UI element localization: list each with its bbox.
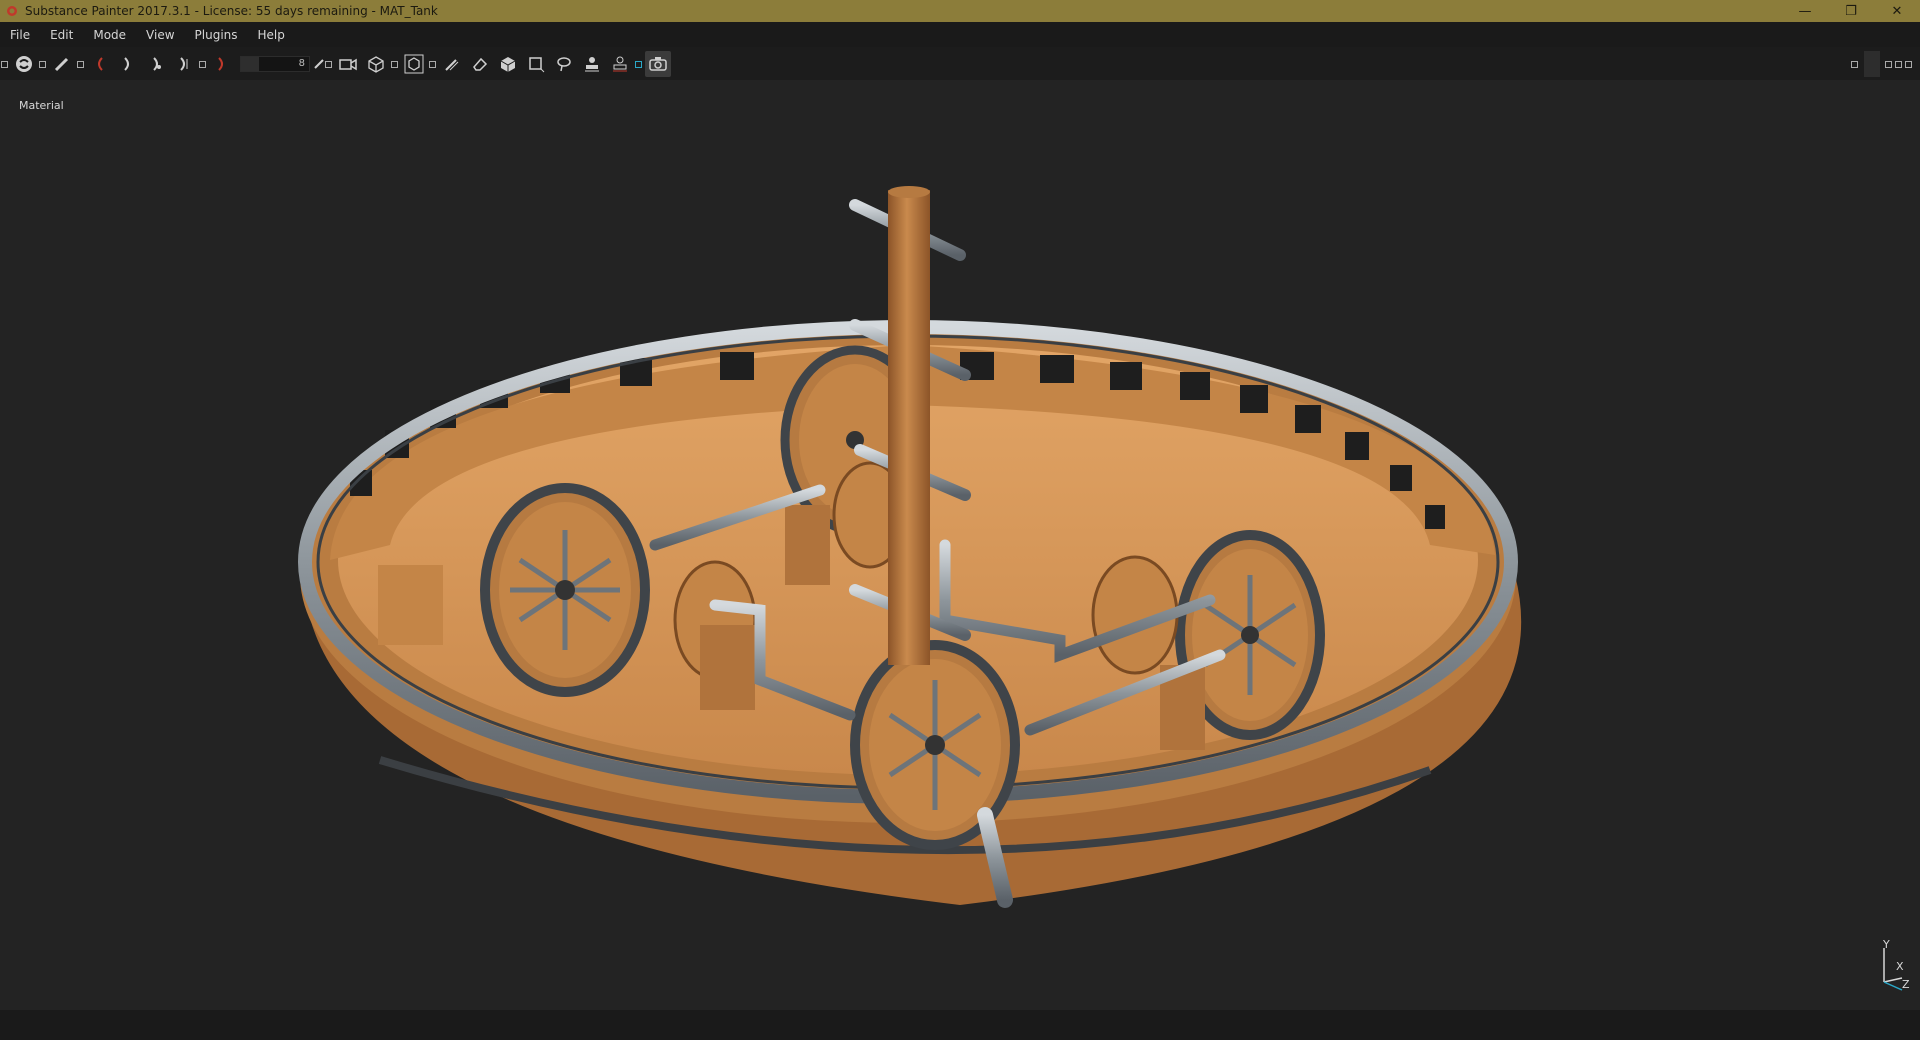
axis-z-label: Z <box>1902 978 1910 991</box>
axis-x-label: X <box>1896 960 1904 973</box>
axis-y-label: Y <box>1883 938 1890 951</box>
axis-gizmo: Y X Z <box>1872 938 1916 994</box>
status-bar <box>0 1010 1920 1040</box>
tank-model[interactable] <box>0 0 1920 1040</box>
